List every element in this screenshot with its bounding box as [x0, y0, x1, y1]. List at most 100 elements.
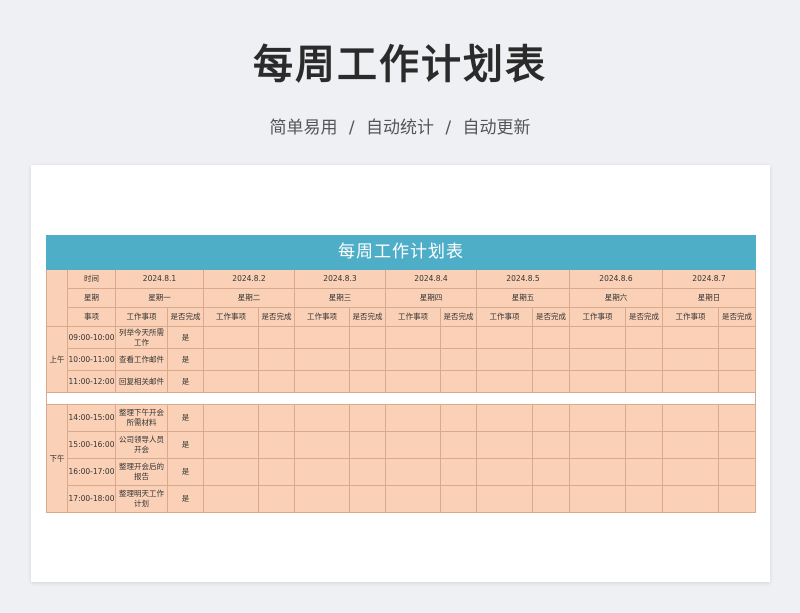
- task-cell[interactable]: [569, 326, 626, 349]
- done-cell[interactable]: [258, 485, 295, 513]
- done-cell[interactable]: [440, 370, 477, 393]
- task-cell[interactable]: [662, 485, 719, 513]
- weekday-header: 星期四: [385, 288, 477, 308]
- done-cell[interactable]: [258, 348, 295, 371]
- done-cell[interactable]: 是: [167, 348, 204, 371]
- done-cell[interactable]: [349, 485, 386, 513]
- done-cell[interactable]: [718, 326, 756, 349]
- task-cell[interactable]: [476, 485, 533, 513]
- task-cell[interactable]: [385, 348, 441, 371]
- task-cell[interactable]: [203, 431, 259, 459]
- done-cell[interactable]: [349, 370, 386, 393]
- done-cell[interactable]: [440, 458, 477, 486]
- task-cell[interactable]: [569, 485, 626, 513]
- task-cell[interactable]: [294, 370, 350, 393]
- done-cell[interactable]: 是: [167, 431, 204, 459]
- done-cell[interactable]: [532, 326, 570, 349]
- task-cell[interactable]: [385, 326, 441, 349]
- task-cell[interactable]: [662, 370, 719, 393]
- done-cell[interactable]: [718, 370, 756, 393]
- task-cell[interactable]: [294, 348, 350, 371]
- done-cell[interactable]: [349, 348, 386, 371]
- task-cell[interactable]: [476, 348, 533, 371]
- task-cell[interactable]: [203, 348, 259, 371]
- done-cell[interactable]: [625, 431, 663, 459]
- task-cell[interactable]: 公司领导人员开会: [115, 431, 168, 459]
- task-cell[interactable]: [569, 404, 626, 432]
- done-cell[interactable]: [625, 404, 663, 432]
- task-cell[interactable]: [476, 458, 533, 486]
- task-cell[interactable]: [662, 348, 719, 371]
- task-cell[interactable]: [569, 458, 626, 486]
- done-cell[interactable]: [258, 326, 295, 349]
- task-cell[interactable]: [203, 485, 259, 513]
- done-cell[interactable]: [440, 431, 477, 459]
- task-cell[interactable]: [662, 326, 719, 349]
- done-cell[interactable]: [349, 326, 386, 349]
- done-cell[interactable]: [440, 326, 477, 349]
- task-cell[interactable]: 回复相关邮件: [115, 370, 168, 393]
- done-cell[interactable]: [258, 458, 295, 486]
- task-cell[interactable]: [569, 370, 626, 393]
- done-cell[interactable]: [532, 485, 570, 513]
- task-cell[interactable]: [476, 326, 533, 349]
- task-cell[interactable]: 整理下午开会所需材料: [115, 404, 168, 432]
- task-cell[interactable]: [476, 370, 533, 393]
- task-cell[interactable]: [203, 458, 259, 486]
- task-cell[interactable]: 整理明天工作计划: [115, 485, 168, 513]
- done-cell[interactable]: [532, 458, 570, 486]
- done-cell[interactable]: [718, 348, 756, 371]
- task-cell[interactable]: [476, 404, 533, 432]
- task-cell[interactable]: [385, 485, 441, 513]
- task-cell[interactable]: [569, 431, 626, 459]
- task-cell[interactable]: [294, 404, 350, 432]
- task-cell[interactable]: [662, 431, 719, 459]
- done-cell[interactable]: 是: [167, 404, 204, 432]
- task-cell[interactable]: [203, 404, 259, 432]
- done-cell[interactable]: [349, 458, 386, 486]
- done-cell[interactable]: [440, 485, 477, 513]
- done-cell[interactable]: [532, 404, 570, 432]
- task-cell[interactable]: [385, 458, 441, 486]
- task-cell[interactable]: [203, 326, 259, 349]
- done-cell[interactable]: [440, 404, 477, 432]
- done-cell[interactable]: [440, 348, 477, 371]
- task-cell[interactable]: [662, 458, 719, 486]
- done-cell[interactable]: [625, 485, 663, 513]
- task-cell[interactable]: [294, 485, 350, 513]
- done-cell[interactable]: 是: [167, 485, 204, 513]
- done-cell[interactable]: 是: [167, 458, 204, 486]
- task-cell[interactable]: 查看工作邮件: [115, 348, 168, 371]
- done-cell[interactable]: [349, 431, 386, 459]
- done-cell[interactable]: [718, 431, 756, 459]
- done-cell[interactable]: [625, 458, 663, 486]
- done-cell[interactable]: [532, 431, 570, 459]
- done-cell[interactable]: [718, 458, 756, 486]
- done-col-header: 是否完成: [440, 307, 477, 327]
- done-cell[interactable]: [625, 370, 663, 393]
- task-cell[interactable]: [203, 370, 259, 393]
- task-cell[interactable]: [294, 458, 350, 486]
- task-cell[interactable]: [385, 431, 441, 459]
- done-cell[interactable]: 是: [167, 370, 204, 393]
- task-cell[interactable]: [294, 431, 350, 459]
- task-cell[interactable]: 整理开会后的报告: [115, 458, 168, 486]
- done-cell[interactable]: [625, 348, 663, 371]
- task-cell[interactable]: [385, 370, 441, 393]
- done-cell[interactable]: [625, 326, 663, 349]
- task-cell[interactable]: [569, 348, 626, 371]
- done-cell[interactable]: [532, 370, 570, 393]
- done-cell[interactable]: [258, 431, 295, 459]
- done-cell[interactable]: [349, 404, 386, 432]
- task-cell[interactable]: [385, 404, 441, 432]
- task-cell[interactable]: [476, 431, 533, 459]
- done-cell[interactable]: 是: [167, 326, 204, 349]
- done-cell[interactable]: [258, 370, 295, 393]
- done-cell[interactable]: [258, 404, 295, 432]
- task-cell[interactable]: 列举今天所需工作: [115, 326, 168, 349]
- task-cell[interactable]: [662, 404, 719, 432]
- done-cell[interactable]: [532, 348, 570, 371]
- done-cell[interactable]: [718, 404, 756, 432]
- done-cell[interactable]: [718, 485, 756, 513]
- task-cell[interactable]: [294, 326, 350, 349]
